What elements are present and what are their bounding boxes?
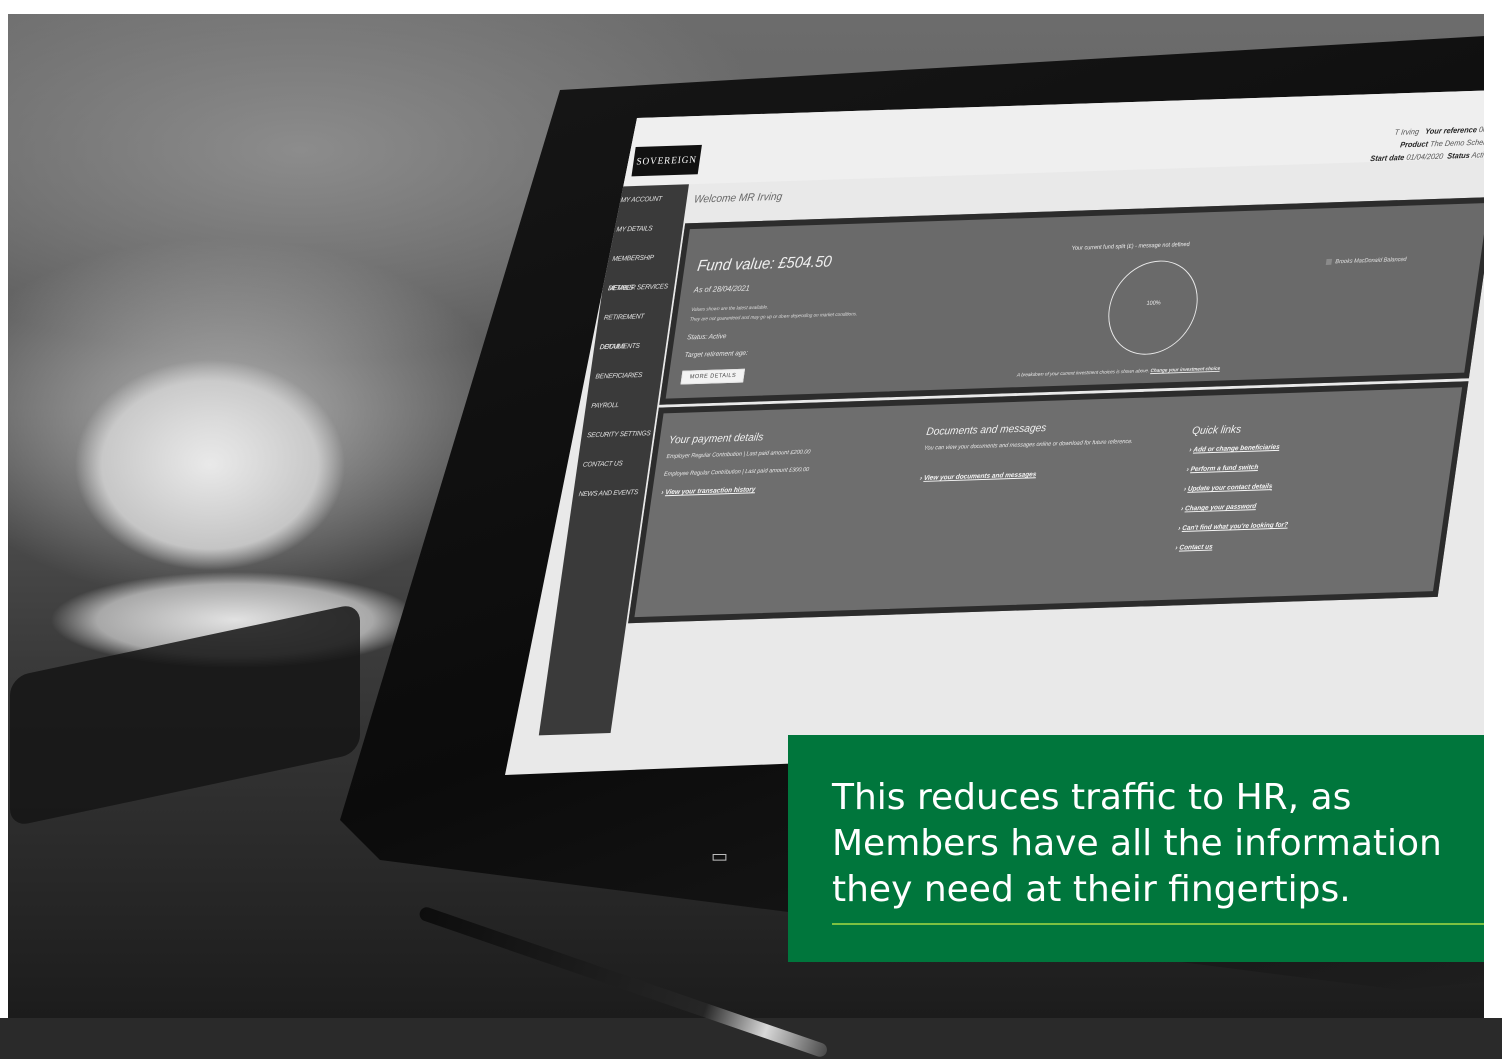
nav-contact-us[interactable]: CONTACT US: [575, 449, 651, 481]
nav-beneficiaries[interactable]: BENEFICIARIES: [588, 361, 664, 393]
pie-percent-label: 100%: [1146, 300, 1162, 307]
payment-line-employer: Employer Regular Contribution | Last pai…: [666, 449, 811, 461]
fund-panel: Fund value: £504.50 As of 28/04/2021 Val…: [659, 197, 1495, 405]
nav-my-details[interactable]: MY DETAILS: [609, 214, 685, 246]
transaction-history-link[interactable]: View your transaction history: [661, 486, 756, 496]
more-details-button[interactable]: MORE DETAILS: [680, 368, 746, 385]
status-label: Status: [1446, 150, 1471, 161]
start-date-label: Start date: [1369, 153, 1405, 164]
documents-title: Documents and messages: [925, 422, 1048, 438]
welcome-message: Welcome MR Irving: [693, 190, 784, 206]
quick-links-title: Quick links: [1191, 423, 1242, 438]
sovereign-logo: SOVEREIGN: [631, 144, 702, 177]
fund-note: Values shown are the latest available.: [690, 304, 769, 313]
frame-top: [0, 0, 1502, 14]
quick-link-contact-details[interactable]: Update your contact details: [1183, 483, 1272, 493]
callout-text: This reduces traffic to HR, as Members h…: [832, 777, 1442, 910]
legend-label: Brooks MacDonald Balanced: [1334, 257, 1407, 266]
nav-my-account[interactable]: MY ACCOUNT: [613, 184, 689, 216]
fund-as-of: As of 28/04/2021: [693, 283, 751, 295]
nav-retirement-details[interactable]: RETIREMENT DETAILS: [596, 302, 672, 351]
fund-split-title: Your current fund split (£) - message no…: [1071, 242, 1191, 252]
nav-documents[interactable]: DOCUMENTS: [592, 331, 668, 363]
product-label: Product: [1399, 139, 1429, 150]
documents-link[interactable]: View your documents and messages: [919, 471, 1036, 482]
services-panel: Your payment details Employer Regular Co…: [628, 381, 1469, 624]
quick-link-help[interactable]: Can't find what you're looking for?: [1178, 522, 1289, 532]
callout-rule: [832, 923, 1502, 925]
nav-member-services[interactable]: MEMBER SERVICES: [600, 272, 676, 304]
account-summary: T Irving Your reference 0000 Product The…: [1369, 123, 1496, 165]
payment-title: Your payment details: [668, 431, 765, 447]
breakdown-note: A breakdown of your current investment c…: [1016, 368, 1150, 379]
documents-text: You can view your documents and messages…: [923, 438, 1134, 452]
callout-banner: This reduces traffic to HR, as Members h…: [788, 735, 1502, 962]
user-name: T Irving: [1393, 127, 1420, 137]
quick-link-password[interactable]: Change your password: [1181, 503, 1256, 512]
nav-payroll[interactable]: PAYROLL: [584, 390, 660, 422]
legend-swatch: [1325, 258, 1333, 265]
fund-disclaimer: They are not guaranteed and may go up or…: [689, 311, 858, 323]
frame-right: [1484, 14, 1502, 1018]
quick-link-beneficiaries[interactable]: Add or change beneficiaries: [1189, 444, 1280, 454]
quick-link-fund-switch[interactable]: Perform a fund switch: [1186, 464, 1259, 473]
frame-left: [0, 14, 8, 1018]
target-retirement-age: Target retirement age:: [684, 350, 749, 360]
breakdown-text: A breakdown of your current investment c…: [1017, 366, 1221, 379]
nav-news-and-events[interactable]: NEWS AND EVENTS: [571, 478, 647, 510]
start-date-value: 01/04/2020: [1405, 151, 1444, 162]
fund-value: Fund value: £504.50: [696, 253, 833, 275]
membership-status: Status: Active: [686, 333, 727, 342]
nav-membership-details[interactable]: MEMBERSHIP DETAILS: [605, 243, 681, 293]
portal-ui: SOVEREIGN T Irving Your reference 0000 P…: [537, 90, 1502, 745]
payment-line-employee: Employee Regular Contribution | Last pai…: [663, 467, 810, 478]
quick-link-contact-us[interactable]: Contact us: [1175, 544, 1213, 552]
change-investment-link[interactable]: Change your investment choice: [1150, 366, 1220, 374]
tablet-home-icon: ▭: [711, 846, 729, 866]
nav-security-settings[interactable]: SECURITY SETTINGS: [579, 419, 655, 451]
fund-legend: Brooks MacDonald Balanced: [1325, 256, 1407, 266]
reference-label: Your reference: [1424, 125, 1478, 136]
fund-split-pie: 100%: [1102, 259, 1204, 357]
